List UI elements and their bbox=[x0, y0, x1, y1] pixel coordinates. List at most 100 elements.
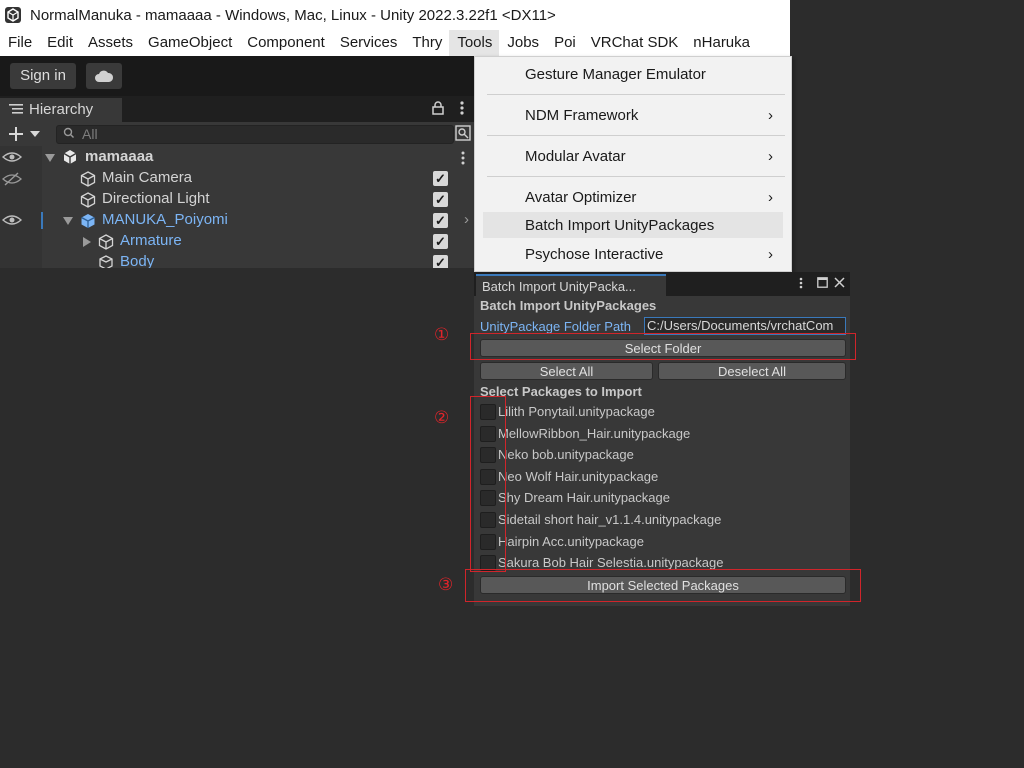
hierarchy-search-input[interactable]: All bbox=[56, 125, 454, 144]
list-icon bbox=[9, 104, 23, 114]
menu-item-label: Gesture Manager Emulator bbox=[525, 66, 706, 83]
select-all-button[interactable]: Select All bbox=[480, 362, 653, 380]
package-label: MellowRibbon_Hair.unitypackage bbox=[498, 426, 691, 441]
gameobject-cube-icon bbox=[80, 192, 96, 208]
unity-scene-icon bbox=[63, 150, 77, 164]
unity-logo-icon bbox=[5, 7, 21, 23]
menu-gameobject[interactable]: GameObject bbox=[140, 30, 239, 56]
kebab-menu-icon[interactable] bbox=[460, 151, 466, 165]
menu-jobs[interactable]: Jobs bbox=[499, 30, 546, 56]
row-label: Directional Light bbox=[102, 190, 210, 207]
submenu-arrow-icon: › bbox=[768, 246, 773, 263]
menu-item-label: NDM Framework bbox=[525, 107, 639, 124]
title-bar: NormalManuka - mamaaaa - Windows, Mac, L… bbox=[0, 0, 790, 30]
search-placeholder: All bbox=[82, 126, 98, 142]
active-checkbox[interactable]: ✓ bbox=[433, 234, 448, 249]
chevron-right-icon[interactable]: › bbox=[464, 211, 469, 228]
menu-item-avatar-optimizer[interactable]: Avatar Optimizer › bbox=[475, 184, 791, 210]
hierarchy-row[interactable]: Directional Light ✓ bbox=[0, 189, 474, 210]
lock-icon[interactable] bbox=[432, 101, 444, 115]
collapse-arrow-icon[interactable] bbox=[83, 237, 91, 247]
window-title: NormalManuka - mamaaaa - Windows, Mac, L… bbox=[30, 6, 556, 24]
maximize-icon[interactable] bbox=[817, 277, 828, 288]
hierarchy-row[interactable]: Armature ✓ bbox=[0, 231, 474, 252]
active-checkbox[interactable]: ✓ bbox=[433, 213, 448, 228]
add-button[interactable] bbox=[6, 124, 42, 144]
package-label: Shy Dream Hair.unitypackage bbox=[498, 490, 670, 505]
package-label: Sakura Bob Hair Selestia.unitypackage bbox=[498, 555, 724, 570]
active-checkbox[interactable]: ✓ bbox=[433, 255, 448, 268]
tools-dropdown-menu: Gesture Manager Emulator NDM Framework ›… bbox=[474, 56, 792, 272]
batch-tab-label: Batch Import UnityPacka... bbox=[482, 279, 636, 294]
menu-vrchat-sdk[interactable]: VRChat SDK bbox=[583, 30, 686, 56]
folder-path-label: UnityPackage Folder Path bbox=[480, 319, 632, 334]
plus-icon bbox=[9, 127, 23, 141]
package-item[interactable]: Shy Dream Hair.unitypackage bbox=[480, 488, 840, 508]
menu-component[interactable]: Component bbox=[239, 30, 332, 56]
gameobject-cube-icon bbox=[80, 171, 96, 187]
sign-in-button[interactable]: Sign in bbox=[10, 63, 76, 89]
close-icon[interactable] bbox=[834, 277, 845, 288]
package-item[interactable]: Lilith Ponytail.unitypackage bbox=[480, 402, 840, 422]
menu-thry[interactable]: Thry bbox=[404, 30, 449, 56]
active-checkbox[interactable]: ✓ bbox=[433, 171, 448, 186]
scene-visibility-icon[interactable] bbox=[455, 125, 471, 141]
annotation-box-1 bbox=[470, 333, 856, 360]
expand-arrow-icon[interactable] bbox=[45, 154, 55, 162]
menu-item-gesture-manager[interactable]: Gesture Manager Emulator bbox=[475, 61, 791, 87]
annotation-marker-2: ② bbox=[434, 408, 450, 427]
hierarchy-row[interactable]: Main Camera ✓ bbox=[0, 168, 474, 189]
kebab-menu-icon[interactable] bbox=[798, 277, 804, 289]
menu-item-batch-import[interactable]: Batch Import UnityPackages bbox=[483, 212, 783, 238]
tab-hierarchy[interactable]: Hierarchy bbox=[0, 98, 122, 122]
active-checkbox[interactable]: ✓ bbox=[433, 192, 448, 207]
hidden-eye-icon[interactable] bbox=[2, 172, 22, 186]
eye-icon[interactable] bbox=[2, 151, 22, 163]
menu-poi[interactable]: Poi bbox=[546, 30, 583, 56]
menu-item-label: Avatar Optimizer bbox=[525, 189, 637, 206]
row-label: MANUKA_Poiyomi bbox=[102, 211, 228, 228]
cloud-button[interactable] bbox=[86, 63, 122, 89]
menu-nharuka[interactable]: nHaruka bbox=[685, 30, 757, 56]
kebab-menu-icon[interactable] bbox=[459, 100, 465, 116]
menu-item-label: Psychose Interactive bbox=[525, 246, 664, 263]
menu-item-modular-avatar[interactable]: Modular Avatar › bbox=[475, 143, 791, 169]
search-icon bbox=[63, 127, 74, 138]
hierarchy-row[interactable]: MANUKA_Poiyomi ✓ › bbox=[0, 210, 474, 231]
menu-divider bbox=[487, 135, 785, 136]
expand-arrow-icon[interactable] bbox=[63, 217, 73, 225]
package-item[interactable]: Sidetail short hair_v1.1.4.unitypackage bbox=[480, 510, 840, 530]
prefab-icon bbox=[81, 214, 95, 228]
package-item[interactable]: MellowRibbon_Hair.unitypackage bbox=[480, 424, 840, 444]
deselect-all-button[interactable]: Deselect All bbox=[658, 362, 846, 380]
package-item[interactable]: Hairpin Acc.unitypackage bbox=[480, 532, 840, 552]
row-label: Armature bbox=[120, 232, 182, 249]
package-label: Neo Wolf Hair.unitypackage bbox=[498, 469, 659, 484]
selection-indicator bbox=[41, 212, 43, 229]
menu-item-label: Batch Import UnityPackages bbox=[525, 217, 715, 234]
menu-edit[interactable]: Edit bbox=[39, 30, 80, 56]
package-item[interactable]: Neo Wolf Hair.unitypackage bbox=[480, 467, 840, 487]
row-label: Body bbox=[120, 253, 155, 268]
hierarchy-row[interactable]: Body ✓ bbox=[0, 252, 474, 268]
hierarchy-row-scene[interactable]: mamaaaa bbox=[0, 147, 474, 168]
chevron-down-icon bbox=[30, 131, 40, 137]
menu-item-psychose-interactive[interactable]: Psychose Interactive › bbox=[475, 241, 791, 267]
menu-item-ndm-framework[interactable]: NDM Framework › bbox=[475, 102, 791, 128]
mesh-icon bbox=[99, 255, 113, 268]
annotation-marker-1: ① bbox=[434, 325, 450, 344]
menu-file[interactable]: File bbox=[0, 30, 39, 56]
package-label: Lilith Ponytail.unitypackage bbox=[498, 404, 655, 419]
row-label: Main Camera bbox=[102, 169, 193, 186]
package-label: Sidetail short hair_v1.1.4.unitypackage bbox=[498, 512, 722, 527]
menu-divider bbox=[487, 94, 785, 95]
menu-tools[interactable]: Tools bbox=[449, 30, 500, 56]
annotation-box-3 bbox=[465, 569, 861, 602]
menu-services[interactable]: Services bbox=[332, 30, 405, 56]
package-item[interactable]: Neko bob.unitypackage bbox=[480, 445, 840, 465]
tab-batch-import[interactable]: Batch Import UnityPacka... bbox=[476, 274, 666, 296]
hierarchy-tab-label: Hierarchy bbox=[29, 101, 94, 118]
eye-icon[interactable] bbox=[2, 214, 22, 226]
menu-assets[interactable]: Assets bbox=[80, 30, 140, 56]
annotation-box-2 bbox=[470, 396, 506, 572]
